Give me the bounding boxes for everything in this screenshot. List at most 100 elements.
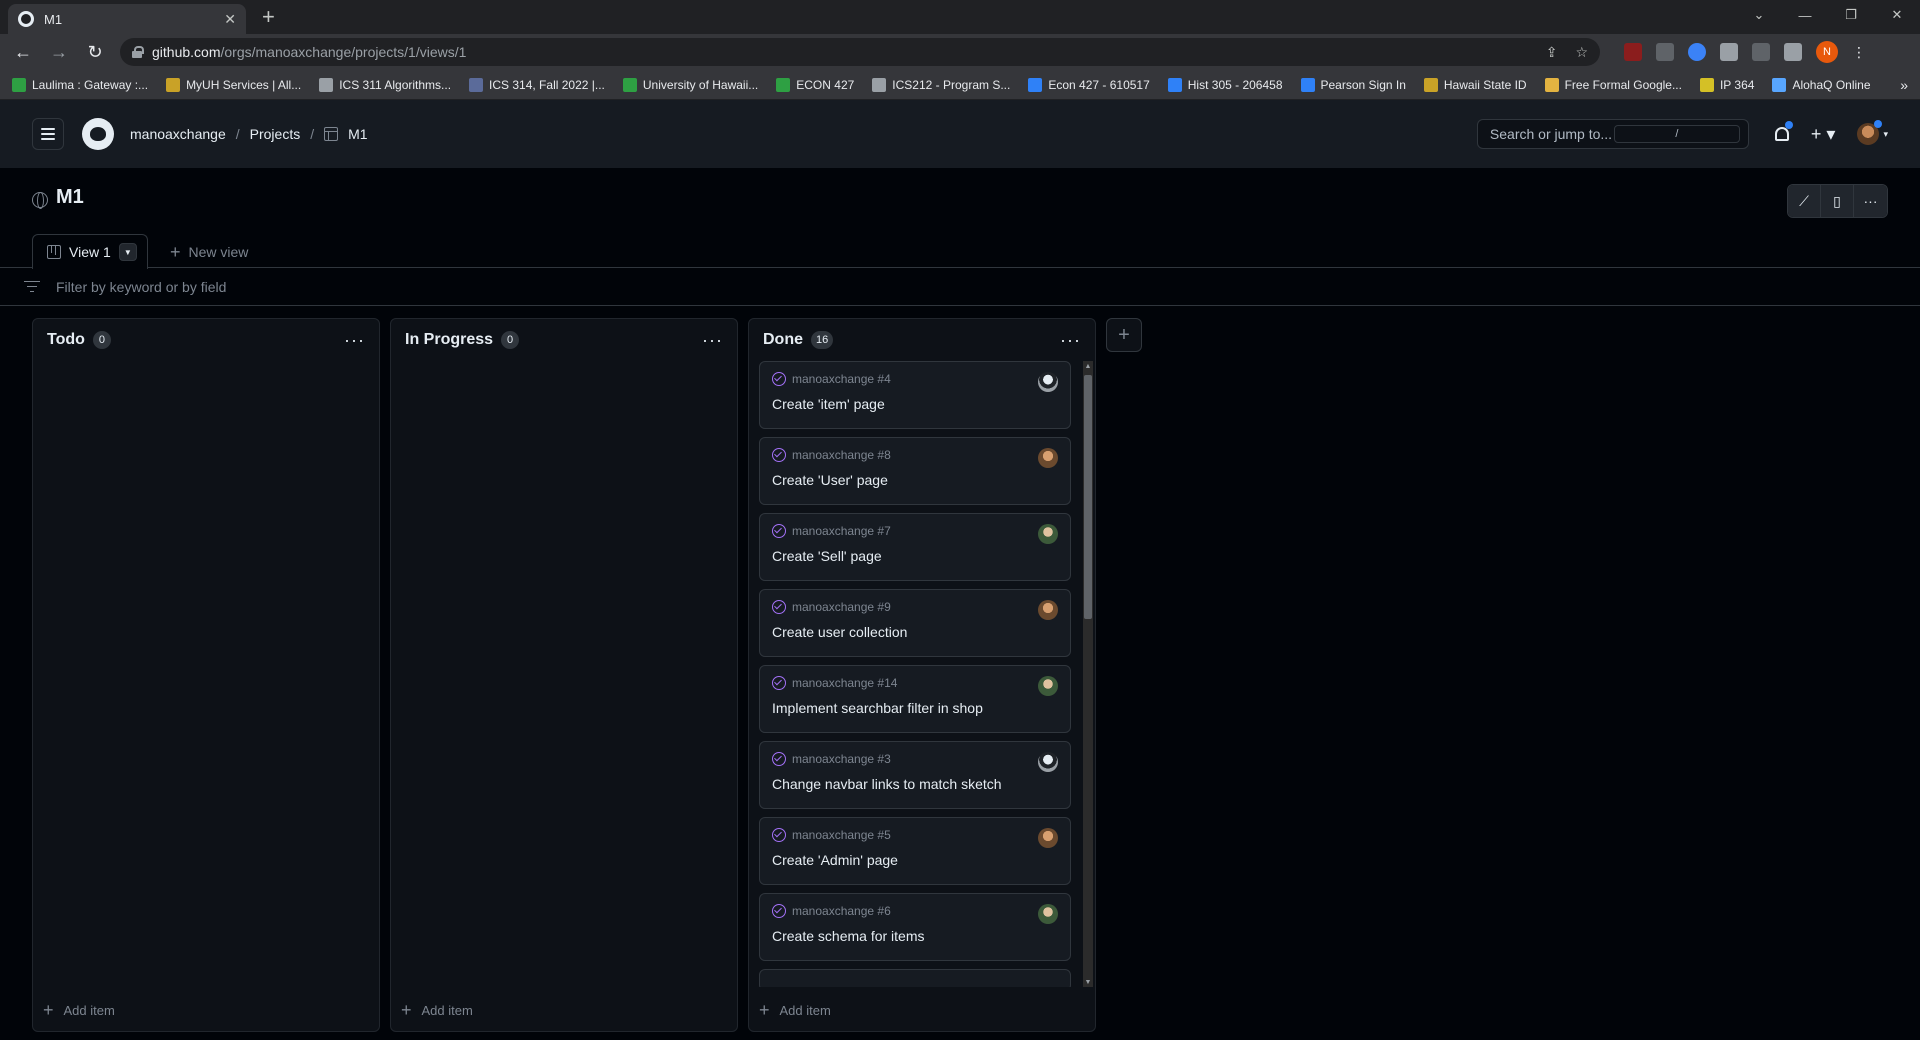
issue-card[interactable]: manoaxchange #4 Create 'item' page: [759, 361, 1071, 429]
issue-card-partial[interactable]: [759, 969, 1071, 987]
bookmark-item[interactable]: IP 364: [1699, 77, 1754, 92]
tab-view-1[interactable]: View 1 ▼: [32, 234, 148, 269]
browser-tab[interactable]: M1 ✕: [8, 4, 246, 34]
bookmark-star-icon[interactable]: ☆: [1575, 44, 1588, 61]
issue-title[interactable]: Create 'Sell' page: [772, 548, 1058, 564]
issue-card[interactable]: manoaxchange #8 Create 'User' page: [759, 437, 1071, 505]
reload-button[interactable]: ↻: [80, 38, 110, 66]
chrome-menu-icon[interactable]: ⋮: [1852, 44, 1866, 61]
scroll-down-arrow-icon[interactable]: ▼: [1083, 977, 1093, 987]
assignee-avatar[interactable]: [1038, 752, 1058, 772]
issue-title[interactable]: Create 'item' page: [772, 396, 1058, 412]
bookmark-item[interactable]: ICS 311 Algorithms...: [319, 77, 451, 92]
issue-card[interactable]: manoaxchange #14 Implement searchbar filt…: [759, 665, 1071, 733]
assignee-avatar[interactable]: [1038, 600, 1058, 620]
issue-title[interactable]: Create user collection: [772, 624, 1058, 640]
create-new-button[interactable]: + ▾: [1811, 124, 1836, 145]
assignee-avatar[interactable]: [1038, 904, 1058, 924]
bookmark-item[interactable]: ICS 314, Fall 2022 |...: [469, 77, 605, 92]
issue-card[interactable]: manoaxchange #5 Create 'Admin' page: [759, 817, 1071, 885]
new-view-button[interactable]: + New view: [170, 243, 248, 261]
bookmarks-overflow-button[interactable]: »: [1900, 77, 1908, 93]
more-options-icon[interactable]: ···: [1854, 185, 1887, 217]
ublock-extension-icon[interactable]: [1624, 43, 1642, 61]
issue-ref[interactable]: manoaxchange #9: [792, 600, 891, 614]
add-item-button[interactable]: + Add item: [43, 1000, 115, 1021]
add-item-button[interactable]: + Add item: [759, 1000, 831, 1021]
scrollbar-thumb[interactable]: [1084, 375, 1092, 619]
add-column-button[interactable]: +: [1106, 318, 1142, 352]
forward-button[interactable]: →: [44, 38, 74, 66]
github-favicon-icon: [18, 11, 34, 27]
breadcrumb-projects[interactable]: Projects: [250, 126, 301, 142]
puzzle-icon[interactable]: [1720, 43, 1738, 61]
assignee-avatar[interactable]: [1038, 448, 1058, 468]
issue-title[interactable]: Implement searchbar filter in shop: [772, 700, 1058, 716]
column-menu-icon[interactable]: ···: [702, 330, 723, 351]
share-icon[interactable]: ⇪: [1546, 44, 1558, 61]
menu-button[interactable]: [32, 118, 64, 150]
address-bar[interactable]: github.com/orgs/manoaxchange/projects/1/…: [120, 38, 1600, 66]
search-input[interactable]: Search or jump to... /: [1476, 119, 1749, 149]
issue-ref[interactable]: manoaxchange #8: [792, 448, 891, 462]
tab-search-icon[interactable]: ⌄: [1736, 0, 1782, 30]
close-tab-icon[interactable]: ✕: [224, 11, 236, 28]
view-options-dropdown[interactable]: ▼: [118, 243, 137, 261]
url-text[interactable]: github.com/orgs/manoaxchange/projects/1/…: [152, 44, 1536, 60]
bookmark-item[interactable]: ICS212 - Program S...: [872, 77, 1010, 92]
user-menu[interactable]: ▾: [1857, 120, 1888, 145]
issue-ref[interactable]: manoaxchange #7: [792, 524, 891, 538]
minimize-button[interactable]: —: [1782, 0, 1828, 30]
issue-title[interactable]: Change navbar links to match sketch: [772, 776, 1058, 792]
side-panel-icon[interactable]: [1784, 43, 1802, 61]
add-item-button[interactable]: + Add item: [401, 1000, 473, 1021]
assignee-avatar[interactable]: [1038, 676, 1058, 696]
bookmark-item[interactable]: MyUH Services | All...: [166, 77, 301, 92]
reading-list-icon[interactable]: [1752, 43, 1770, 61]
issue-ref[interactable]: manoaxchange #4: [792, 372, 891, 386]
issue-ref[interactable]: manoaxchange #6: [792, 904, 891, 918]
breadcrumb-project[interactable]: M1: [348, 126, 367, 142]
assignee-avatar[interactable]: [1038, 828, 1058, 848]
bookmark-item[interactable]: Pearson Sign In: [1300, 77, 1406, 92]
assignee-avatar[interactable]: [1038, 524, 1058, 544]
issue-title[interactable]: Create schema for items: [772, 928, 1058, 944]
bookmark-item[interactable]: Free Formal Google...: [1544, 77, 1682, 92]
lock-icon[interactable]: [132, 46, 144, 58]
insights-graph-icon[interactable]: ⟋: [1788, 185, 1821, 217]
profile-avatar[interactable]: N: [1816, 41, 1838, 63]
translate-extension-icon[interactable]: [1688, 43, 1706, 61]
side-panel-icon[interactable]: ▯: [1821, 185, 1854, 217]
bookmark-item[interactable]: Hawaii State ID: [1423, 77, 1527, 92]
issue-ref[interactable]: manoaxchange #14: [792, 676, 897, 690]
issue-card[interactable]: manoaxchange #3 Change navbar links to ma…: [759, 741, 1071, 809]
issue-card[interactable]: manoaxchange #7 Create 'Sell' page: [759, 513, 1071, 581]
scroll-up-arrow-icon[interactable]: ▲: [1083, 361, 1093, 371]
issue-title[interactable]: Create 'User' page: [772, 472, 1058, 488]
extension-icon[interactable]: [1656, 43, 1674, 61]
filter-input[interactable]: Filter by keyword or by field: [56, 279, 226, 295]
issue-ref[interactable]: manoaxchange #3: [792, 752, 891, 766]
column-scrollbar[interactable]: ▲ ▼: [1083, 361, 1093, 987]
column-menu-icon[interactable]: ···: [344, 330, 365, 351]
restore-button[interactable]: ❐: [1828, 0, 1874, 30]
bookmark-item[interactable]: AlohaQ Online: [1772, 77, 1871, 92]
bookmark-item[interactable]: Econ 427 - 610517: [1028, 77, 1150, 92]
bookmark-item[interactable]: ECON 427: [776, 77, 854, 92]
issue-card[interactable]: manoaxchange #9 Create user collection: [759, 589, 1071, 657]
back-button[interactable]: ←: [8, 38, 38, 66]
issue-card[interactable]: manoaxchange #6 Create schema for items: [759, 893, 1071, 961]
notifications-bell-icon[interactable]: [1774, 121, 1793, 141]
user-avatar[interactable]: [1857, 120, 1883, 145]
bookmark-item[interactable]: Laulima : Gateway :...: [12, 77, 148, 92]
issue-title[interactable]: Create 'Admin' page: [772, 852, 1058, 868]
issue-ref[interactable]: manoaxchange #5: [792, 828, 891, 842]
new-tab-button[interactable]: +: [262, 6, 275, 28]
github-logo-icon[interactable]: [82, 118, 114, 150]
column-menu-icon[interactable]: ···: [1060, 330, 1081, 351]
close-window-button[interactable]: ✕: [1874, 0, 1920, 30]
bookmark-item[interactable]: Hist 305 - 206458: [1167, 77, 1283, 92]
bookmark-item[interactable]: University of Hawaii...: [622, 77, 758, 92]
assignee-avatar[interactable]: [1038, 372, 1058, 392]
breadcrumb-org[interactable]: manoaxchange: [130, 126, 226, 142]
